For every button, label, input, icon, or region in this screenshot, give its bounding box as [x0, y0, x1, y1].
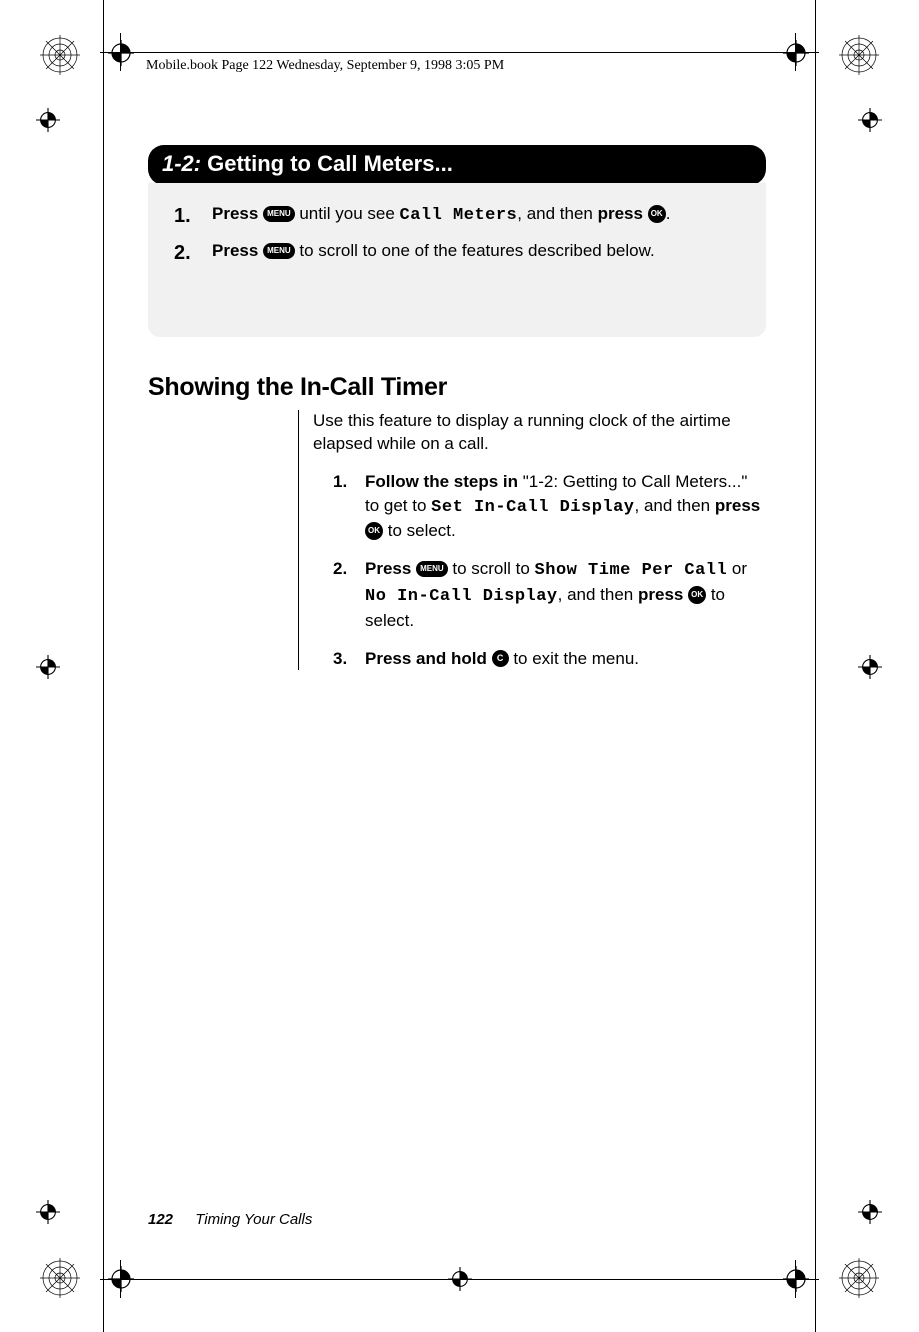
running-head: Mobile.book Page 122 Wednesday, Septembe…: [146, 58, 504, 74]
procedure-step: 1. Press MENU until you see Call Meters,…: [174, 203, 746, 230]
ok-key-icon: OK: [688, 586, 706, 604]
registration-target-icon: [783, 40, 809, 66]
registration-rosette-icon: [839, 35, 879, 75]
ok-key-icon: OK: [365, 522, 383, 540]
registration-target-icon: [108, 1266, 134, 1292]
registration-target-icon: [858, 1200, 882, 1224]
list-item: 1. Follow the steps in "1-2: Getting to …: [333, 470, 763, 543]
registration-target-icon: [858, 655, 882, 679]
list-item: 3. Press and hold C to exit the menu.: [333, 647, 763, 671]
procedure-heading-pill: 1-2:Getting to Call Meters...: [148, 145, 766, 185]
menu-key-icon: MENU: [263, 243, 295, 259]
procedure-title: Getting to Call Meters...: [207, 151, 453, 176]
registration-target-icon: [36, 655, 60, 679]
registration-target-icon: [858, 108, 882, 132]
step-text: Press MENU until you see Call Meters, an…: [212, 203, 746, 228]
registration-rosette-icon: [839, 1258, 879, 1298]
section-intro: Use this feature to display a running cl…: [313, 410, 743, 456]
registration-target-icon: [36, 1200, 60, 1224]
step-number: 2.: [174, 240, 200, 267]
registration-target-icon: [108, 40, 134, 66]
section-heading: Showing the In-Call Timer: [148, 373, 766, 402]
registration-rosette-icon: [40, 35, 80, 75]
procedure-box: 1. Press MENU until you see Call Meters,…: [148, 183, 766, 337]
page-footer: 122 Timing Your Calls: [148, 1211, 312, 1228]
chapter-title: Timing Your Calls: [195, 1211, 312, 1228]
ok-key-icon: OK: [648, 205, 666, 223]
registration-target-icon: [783, 1266, 809, 1292]
procedure-number: 1-2:: [162, 151, 201, 176]
numbered-list: 1. Follow the steps in "1-2: Getting to …: [333, 470, 763, 671]
step-text: Press MENU to scroll to one of the featu…: [212, 240, 746, 263]
menu-key-icon: MENU: [416, 561, 448, 577]
page-number: 122: [148, 1211, 173, 1228]
registration-rosette-icon: [40, 1258, 80, 1298]
menu-key-icon: MENU: [263, 206, 295, 222]
c-key-icon: C: [492, 650, 509, 667]
registration-target-icon: [36, 108, 60, 132]
step-number: 1.: [174, 203, 200, 230]
list-item: 2. Press MENU to scroll to Show Time Per…: [333, 557, 763, 632]
registration-target-icon: [448, 1267, 472, 1291]
procedure-step: 2. Press MENU to scroll to one of the fe…: [174, 240, 746, 267]
section-body: Use this feature to display a running cl…: [298, 410, 766, 670]
